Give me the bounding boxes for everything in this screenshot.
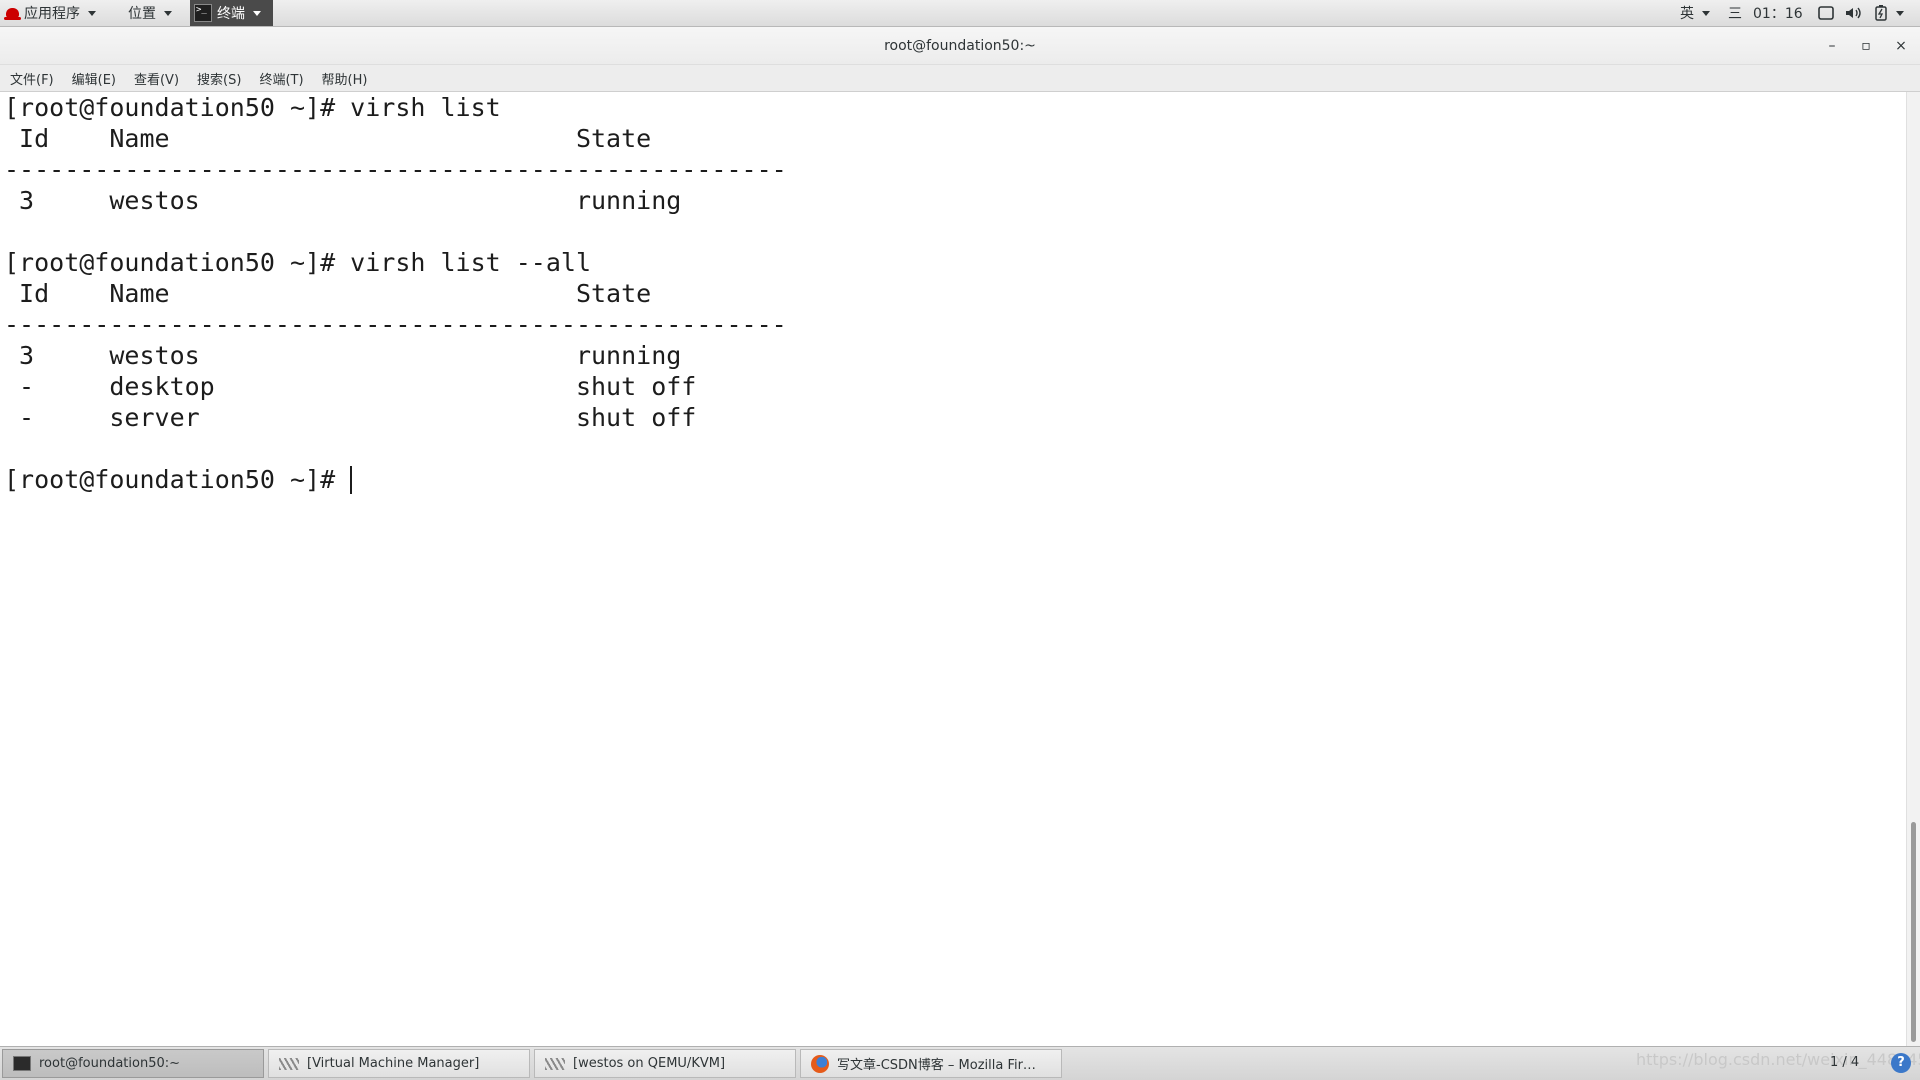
window-title: root@foundation50:~: [884, 37, 1036, 54]
menu-bar: 文件(F) 编辑(E) 查看(V) 搜索(S) 终端(T) 帮助(H): [0, 65, 1920, 92]
minimize-button[interactable]: –: [1817, 27, 1847, 65]
places-menu[interactable]: 位置: [128, 0, 172, 26]
screen-icon[interactable]: [1818, 0, 1834, 26]
menu-search[interactable]: 搜索(S): [197, 69, 241, 88]
terminal-text: [root@foundation50 ~]# virsh list Id Nam…: [0, 92, 1906, 495]
terminal-line: ----------------------------------------…: [4, 310, 787, 339]
terminal-app-menu[interactable]: >_ 终端: [190, 0, 273, 26]
day-label: 三: [1728, 6, 1742, 22]
chevron-down-icon: [88, 10, 96, 16]
terminal-output[interactable]: [root@foundation50 ~]# virsh list Id Nam…: [0, 92, 1906, 1046]
taskbar: root@foundation50:~ [Virtual Machine Man…: [0, 1046, 1920, 1080]
top-panel: 应用程序 位置 >_ 终端 英 三 01：16: [0, 0, 1920, 27]
clock[interactable]: 三 01：16: [1728, 0, 1803, 26]
terminal-line: [root@foundation50 ~]# virsh list --all: [4, 248, 591, 277]
task-label: 写文章-CSDN博客 – Mozilla Fir…: [837, 1058, 1036, 1073]
terminal-line: ----------------------------------------…: [4, 155, 787, 184]
terminal-app-label: 终端: [217, 6, 245, 22]
chevron-down-icon: [1702, 10, 1710, 16]
applications-menu[interactable]: 应用程序: [4, 0, 96, 26]
task-vm-console[interactable]: [westos on QEMU/KVM]: [534, 1049, 796, 1078]
watermark: https://blog.csdn.net/weixin_44824566: [1636, 1050, 1920, 1069]
terminal-line: 3 westos running: [4, 186, 682, 215]
task-virt-manager[interactable]: [Virtual Machine Manager]: [268, 1049, 530, 1078]
terminal-line: 3 westos running: [4, 341, 682, 370]
time-label: 01：16: [1753, 6, 1803, 22]
firefox-icon: [811, 1054, 829, 1073]
menu-terminal[interactable]: 终端(T): [259, 69, 303, 88]
menu-edit[interactable]: 编辑(E): [72, 69, 116, 88]
maximize-button[interactable]: ▫: [1851, 27, 1881, 65]
current-prompt: [root@foundation50 ~]#: [4, 465, 351, 494]
terminal-line: Id Name State: [4, 124, 652, 153]
terminal-icon: [13, 1056, 31, 1071]
battery-icon: [1875, 5, 1887, 21]
language-label: 英: [1680, 6, 1694, 22]
redhat-logo-icon: [4, 8, 21, 20]
applications-label: 应用程序: [24, 6, 80, 22]
chevron-down-icon: [253, 10, 261, 16]
terminal-line: Id Name State: [4, 279, 652, 308]
window-titlebar[interactable]: root@foundation50:~ – ▫ ×: [0, 27, 1920, 65]
virt-manager-icon: [545, 1057, 565, 1070]
scrollbar-thumb[interactable]: [1911, 822, 1916, 1042]
close-button[interactable]: ×: [1886, 27, 1916, 65]
workspace-pager[interactable]: 1 / 4: [1830, 1055, 1859, 1070]
chevron-down-icon: [164, 10, 172, 16]
menu-view[interactable]: 查看(V): [134, 69, 179, 88]
text-cursor: [350, 466, 353, 494]
menu-file[interactable]: 文件(F): [10, 69, 54, 88]
terminal-line: - desktop shut off: [4, 372, 697, 401]
terminal-line: [root@foundation50 ~]# virsh list: [4, 93, 501, 122]
speaker-icon: [1846, 7, 1861, 19]
task-terminal[interactable]: root@foundation50:~: [2, 1049, 264, 1078]
task-label: root@foundation50:~: [39, 1056, 181, 1071]
input-method-indicator[interactable]: 英: [1680, 0, 1710, 26]
display-icon: [1818, 6, 1834, 20]
terminal-icon: >_: [194, 4, 212, 22]
chevron-down-icon: [1896, 10, 1904, 16]
terminal-scrollbar[interactable]: [1906, 92, 1920, 1046]
terminal-line: - server shut off: [4, 403, 697, 432]
volume-icon[interactable]: [1845, 0, 1863, 26]
menu-help[interactable]: 帮助(H): [322, 69, 368, 88]
task-label: [westos on QEMU/KVM]: [573, 1056, 726, 1071]
task-label: [Virtual Machine Manager]: [307, 1056, 480, 1071]
virt-manager-icon: [279, 1057, 299, 1070]
power-menu[interactable]: [1874, 0, 1904, 26]
help-icon[interactable]: ?: [1891, 1053, 1911, 1073]
task-firefox[interactable]: 写文章-CSDN博客 – Mozilla Fir…: [800, 1049, 1062, 1078]
places-label: 位置: [128, 6, 156, 22]
